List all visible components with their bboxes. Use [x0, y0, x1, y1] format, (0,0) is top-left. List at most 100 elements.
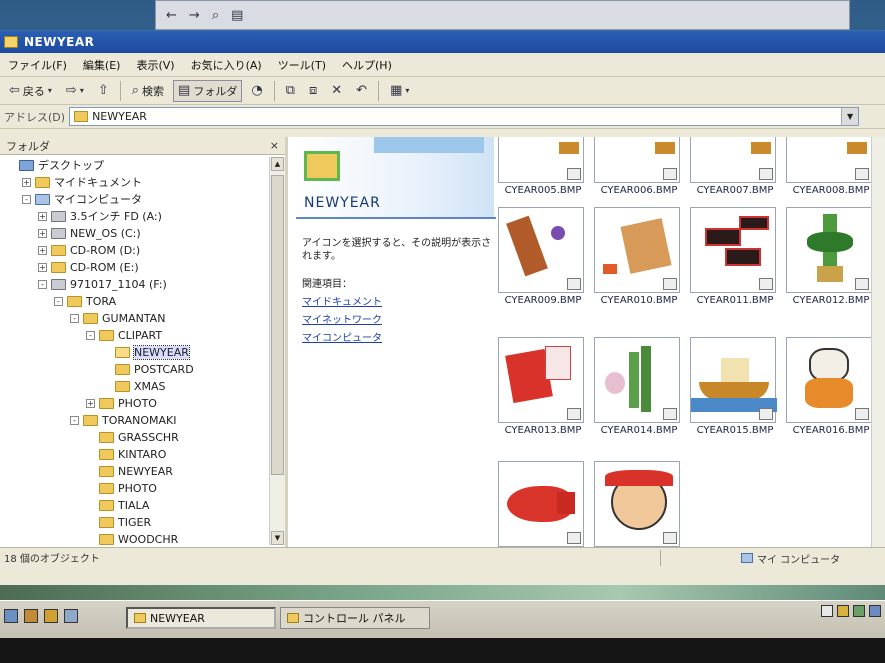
expand-toggle[interactable]: -: [70, 313, 79, 323]
file-name: CYEAR011.BMP: [696, 295, 774, 306]
file-thumbnail[interactable]: CYEAR006.BMP: [594, 137, 684, 196]
scroll-thumb[interactable]: [271, 175, 284, 475]
file-thumbnail[interactable]: CYEAR008.BMP: [786, 137, 876, 196]
history-icon: ◔: [251, 83, 263, 98]
tree-item[interactable]: PHOTO: [86, 480, 157, 496]
file-thumbnail[interactable]: CYEAR016.BMP: [786, 337, 876, 436]
back-button[interactable]: ⇦ 戻る ▾: [4, 80, 57, 102]
tree-item[interactable]: - 971017_1104 (F:): [38, 276, 167, 292]
expand-toggle[interactable]: +: [38, 211, 47, 221]
link-my-documents[interactable]: マイドキュメント: [302, 293, 382, 308]
content-scrollbar[interactable]: [871, 137, 885, 547]
expand-toggle[interactable]: +: [86, 398, 95, 408]
tree-item[interactable]: + マイドキュメント: [22, 174, 142, 190]
menu-file[interactable]: ファイル(F): [2, 55, 73, 75]
file-thumbnail[interactable]: CYEAR009.BMP: [498, 207, 588, 306]
link-my-network[interactable]: マイネットワーク: [302, 311, 382, 326]
tree-item[interactable]: XMAS: [102, 378, 166, 394]
file-thumbnail[interactable]: CYEAR010.BMP: [594, 207, 684, 306]
tree-item[interactable]: - CLIPART: [86, 327, 162, 343]
history-button[interactable]: ◔: [246, 81, 267, 100]
views-button[interactable]: ▦ ▾: [385, 81, 414, 100]
copy-to-button[interactable]: ⧈: [304, 81, 322, 100]
bitmap-file-icon: [759, 278, 773, 290]
taskbar-button-newyear[interactable]: NEWYEAR: [126, 607, 276, 629]
tree-item[interactable]: - TORANOMAKI: [70, 412, 176, 428]
expand-toggle[interactable]: -: [70, 415, 79, 425]
tree-item[interactable]: WOODCHR: [86, 531, 178, 545]
up-folder-button[interactable]: ⇧: [93, 81, 114, 100]
expand-toggle[interactable]: -: [22, 194, 31, 204]
delete-button[interactable]: ✕: [326, 81, 347, 100]
address-input[interactable]: NEWYEAR ▼: [69, 107, 860, 126]
toolbar-separator: [378, 80, 380, 101]
tree-item[interactable]: KINTARO: [86, 446, 166, 462]
search-button[interactable]: ⌕ 検索: [127, 80, 169, 102]
file-thumbnail[interactable]: CYEAR018.BMP: [594, 461, 684, 547]
tree-item-label: マイドキュメント: [54, 176, 142, 189]
tree-item[interactable]: - マイコンピュータ: [22, 191, 142, 207]
file-thumbnail[interactable]: CYEAR013.BMP: [498, 337, 588, 436]
app-shortcut-icon[interactable]: [64, 609, 78, 623]
file-thumbnail[interactable]: CYEAR015.BMP: [690, 337, 780, 436]
folders-button[interactable]: ▤ フォルダ: [173, 79, 243, 102]
tree-item[interactable]: + CD-ROM (D:): [38, 242, 140, 258]
expand-toggle[interactable]: -: [38, 279, 47, 289]
tree-item[interactable]: TIGER: [86, 514, 151, 530]
media-shortcut-icon[interactable]: [44, 609, 58, 623]
menu-edit[interactable]: 編集(E): [77, 55, 127, 75]
copy-to-icon: ⧈: [308, 83, 318, 98]
jubako-illustration: [705, 228, 741, 246]
file-thumbnail[interactable]: CYEAR007.BMP: [690, 137, 780, 196]
content-pane: NEWYEAR アイコンを選択すると、その説明が表示されます。 関連項目： マイ…: [288, 137, 885, 547]
file-thumbnail[interactable]: CYEAR014.BMP: [594, 337, 684, 436]
tree-item[interactable]: TIALA: [86, 497, 149, 513]
expand-toggle[interactable]: -: [54, 296, 63, 306]
tree-item[interactable]: GRASSCHR: [86, 429, 179, 445]
bitmap-file-icon: [663, 278, 677, 290]
undo-button[interactable]: ↶: [351, 81, 372, 100]
menu-help[interactable]: ヘルプ(H): [336, 55, 398, 75]
menu-view[interactable]: 表示(V): [130, 55, 180, 75]
expand-toggle[interactable]: +: [38, 228, 47, 238]
tree-item-label: NEWYEAR: [118, 464, 173, 478]
expand-toggle[interactable]: +: [38, 262, 47, 272]
tree-item[interactable]: + CD-ROM (E:): [38, 259, 139, 275]
file-thumbnail[interactable]: CYEAR011.BMP: [690, 207, 780, 306]
move-to-button[interactable]: ⧉: [281, 81, 300, 100]
address-dropdown-button[interactable]: ▼: [841, 108, 859, 125]
tree-item[interactable]: + PHOTO: [86, 395, 157, 411]
file-thumbnail[interactable]: CYEAR017.BMP: [498, 461, 588, 547]
tree-item[interactable]: + NEW_OS (C:): [38, 225, 141, 241]
browser-shortcut-icon[interactable]: [24, 609, 38, 623]
window-titlebar[interactable]: NEWYEAR: [0, 31, 885, 53]
forward-button[interactable]: ⇨ ▾: [61, 81, 89, 100]
menu-favorites[interactable]: お気に入り(A): [185, 55, 268, 75]
tree-item[interactable]: POSTCARD: [102, 361, 194, 377]
menu-tools[interactable]: ツール(T): [272, 55, 332, 75]
search-icon: ⌕: [211, 7, 220, 23]
scroll-up-button[interactable]: ▲: [271, 157, 284, 171]
tray-app-icon[interactable]: [837, 605, 849, 617]
tree-item[interactable]: デスクトップ: [6, 157, 104, 173]
tree-scrollbar[interactable]: ▲ ▼: [269, 157, 285, 545]
tree-item[interactable]: +3.5インチ FD (A:): [38, 208, 162, 224]
tree-item[interactable]: NEWYEAR: [102, 344, 190, 360]
taskbar-button-control-panel[interactable]: コントロール パネル: [280, 607, 430, 629]
scroll-down-button[interactable]: ▼: [271, 531, 284, 545]
tree-item[interactable]: - GUMANTAN: [70, 310, 165, 326]
link-my-computer[interactable]: マイコンピュータ: [302, 329, 382, 344]
expand-toggle[interactable]: +: [38, 245, 47, 255]
tree-item[interactable]: NEWYEAR: [86, 463, 173, 479]
ime-icon[interactable]: [821, 605, 833, 617]
tree-item[interactable]: - TORA: [54, 293, 116, 309]
expand-toggle[interactable]: -: [86, 330, 95, 340]
tray-app-icon[interactable]: [853, 605, 865, 617]
expand-toggle[interactable]: +: [22, 177, 31, 187]
desktop-shortcut-icon[interactable]: [4, 609, 18, 623]
object-count: 18 個のオブジェクト: [4, 554, 100, 565]
close-pane-button[interactable]: ×: [270, 139, 279, 152]
tray-app-icon[interactable]: [869, 605, 881, 617]
file-thumbnail[interactable]: CYEAR005.BMP: [498, 137, 588, 196]
file-thumbnail[interactable]: CYEAR012.BMP: [786, 207, 876, 306]
